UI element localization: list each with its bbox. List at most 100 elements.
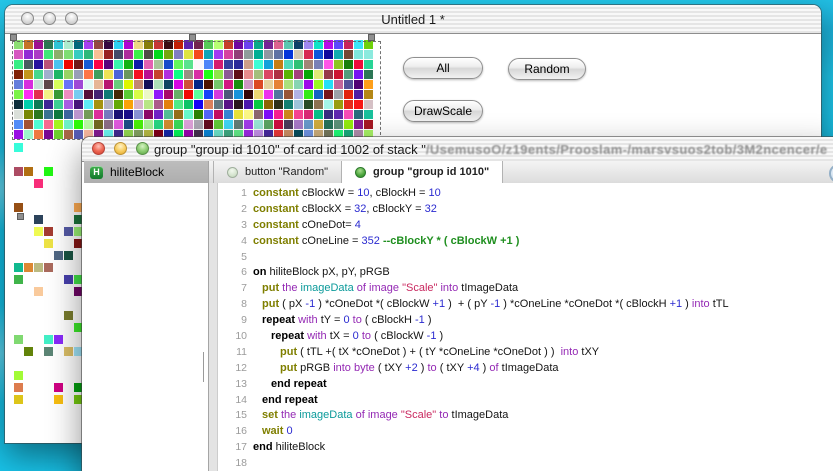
color-cell[interactable] — [244, 120, 253, 129]
color-cell[interactable] — [284, 80, 293, 89]
color-cell[interactable] — [304, 120, 313, 129]
color-cell[interactable] — [44, 90, 53, 99]
color-cell[interactable] — [64, 60, 73, 69]
color-cell[interactable] — [294, 120, 303, 129]
color-cell[interactable] — [354, 100, 363, 109]
color-cell[interactable] — [204, 60, 213, 69]
color-cell[interactable] — [124, 80, 133, 89]
color-cell[interactable] — [24, 70, 33, 79]
color-cell[interactable] — [134, 100, 143, 109]
color-cell[interactable] — [184, 110, 193, 119]
color-cell[interactable] — [204, 110, 213, 119]
color-cell[interactable] — [254, 80, 263, 89]
color-cell[interactable] — [324, 120, 333, 129]
color-cell[interactable] — [244, 40, 253, 49]
color-cell[interactable] — [284, 70, 293, 79]
color-cell[interactable] — [14, 100, 23, 109]
color-cell[interactable] — [74, 100, 83, 109]
color-cell[interactable] — [84, 40, 93, 49]
all-button[interactable]: All — [403, 57, 483, 79]
color-cell[interactable] — [134, 60, 143, 69]
color-cell[interactable] — [184, 50, 193, 59]
color-cell[interactable] — [334, 70, 343, 79]
color-cell[interactable] — [264, 50, 273, 59]
color-cell[interactable] — [144, 80, 153, 89]
color-cell[interactable] — [244, 100, 253, 109]
color-cell[interactable] — [354, 110, 363, 119]
color-cell[interactable] — [44, 50, 53, 59]
color-cell[interactable] — [134, 50, 143, 59]
color-cell[interactable] — [214, 100, 223, 109]
color-cell[interactable] — [324, 80, 333, 89]
color-cell[interactable] — [204, 70, 213, 79]
color-cell[interactable] — [94, 100, 103, 109]
color-cell[interactable] — [234, 60, 243, 69]
color-cell[interactable] — [324, 90, 333, 99]
color-cell[interactable] — [14, 143, 23, 152]
color-cell[interactable] — [324, 110, 333, 119]
color-cell[interactable] — [124, 50, 133, 59]
color-cell[interactable] — [134, 120, 143, 129]
script-code-area[interactable]: 1 constant cBlockW = 10, cBlockH = 10 2 con… — [209, 183, 833, 471]
color-cell[interactable] — [124, 120, 133, 129]
color-cell[interactable] — [164, 40, 173, 49]
color-cell[interactable] — [314, 40, 323, 49]
color-cell[interactable] — [244, 110, 253, 119]
color-cell[interactable] — [44, 100, 53, 109]
color-cell[interactable] — [14, 40, 23, 49]
color-cell[interactable] — [314, 100, 323, 109]
color-cell[interactable] — [54, 395, 63, 404]
color-cell[interactable] — [44, 263, 53, 272]
color-cell[interactable] — [304, 90, 313, 99]
color-cell[interactable] — [194, 60, 203, 69]
color-cell[interactable] — [74, 130, 83, 139]
color-cell[interactable] — [44, 130, 53, 139]
color-cell[interactable] — [174, 110, 183, 119]
color-cell[interactable] — [274, 90, 283, 99]
random-button[interactable]: Random — [508, 58, 586, 80]
color-cell[interactable] — [114, 120, 123, 129]
color-cell[interactable] — [64, 70, 73, 79]
color-cell[interactable] — [154, 60, 163, 69]
color-cell[interactable] — [154, 90, 163, 99]
color-cell[interactable] — [134, 40, 143, 49]
color-cell[interactable] — [184, 90, 193, 99]
color-cell[interactable] — [244, 60, 253, 69]
color-cell[interactable] — [324, 70, 333, 79]
color-cell[interactable] — [34, 227, 43, 236]
color-cell[interactable] — [354, 50, 363, 59]
color-cell[interactable] — [334, 40, 343, 49]
color-cell[interactable] — [184, 120, 193, 129]
zoom-button[interactable] — [136, 142, 149, 155]
color-cell[interactable] — [274, 40, 283, 49]
color-cell[interactable] — [64, 90, 73, 99]
color-cell[interactable] — [334, 120, 343, 129]
color-cell[interactable] — [224, 100, 233, 109]
color-cell[interactable] — [74, 80, 83, 89]
color-cell[interactable] — [114, 60, 123, 69]
color-cell[interactable] — [194, 100, 203, 109]
color-cell[interactable] — [44, 70, 53, 79]
color-cell[interactable] — [74, 50, 83, 59]
color-cell[interactable] — [74, 120, 83, 129]
color-cell[interactable] — [244, 50, 253, 59]
color-cell[interactable] — [284, 120, 293, 129]
color-cell[interactable] — [294, 40, 303, 49]
color-cell[interactable] — [224, 110, 233, 119]
color-cell[interactable] — [144, 110, 153, 119]
color-cell[interactable] — [54, 130, 63, 139]
color-cell[interactable] — [254, 120, 263, 129]
color-cell[interactable] — [154, 100, 163, 109]
color-cell[interactable] — [54, 100, 63, 109]
color-cell[interactable] — [294, 100, 303, 109]
color-cell[interactable] — [284, 40, 293, 49]
color-cell[interactable] — [234, 90, 243, 99]
color-cell[interactable] — [164, 120, 173, 129]
color-cell[interactable] — [54, 60, 63, 69]
color-cell[interactable] — [24, 167, 33, 176]
color-cell[interactable] — [144, 120, 153, 129]
color-cell[interactable] — [144, 50, 153, 59]
color-cell[interactable] — [304, 110, 313, 119]
color-cell[interactable] — [354, 90, 363, 99]
color-cell[interactable] — [284, 60, 293, 69]
